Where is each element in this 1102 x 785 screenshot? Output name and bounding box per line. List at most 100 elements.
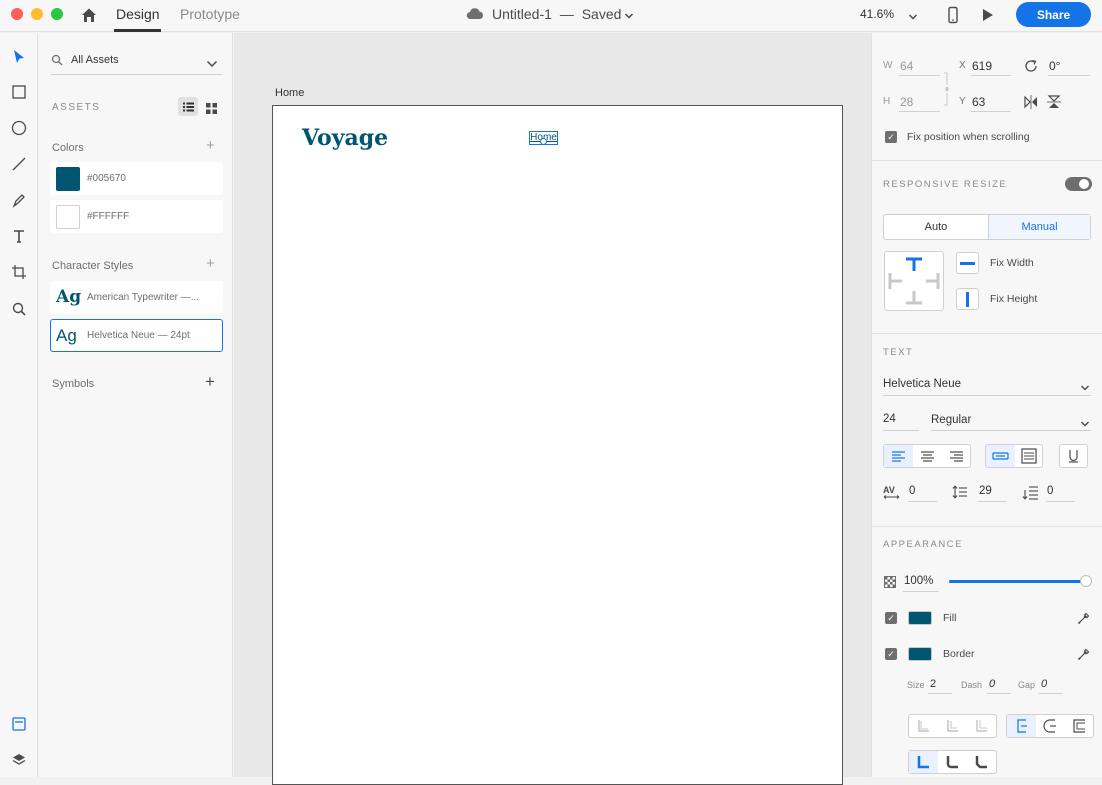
align-right-icon[interactable] — [942, 445, 971, 467]
chevron-down-icon[interactable] — [624, 8, 634, 19]
pen-tool-icon[interactable] — [9, 190, 29, 210]
butt-cap-icon[interactable] — [909, 715, 938, 737]
add-character-style-icon[interactable]: + — [206, 256, 215, 271]
character-style-label: American Typewriter —... — [87, 292, 200, 303]
fix-width-bar — [960, 262, 975, 265]
line-tool-icon[interactable] — [9, 154, 29, 174]
height-field[interactable]: 28 — [900, 95, 913, 109]
rectangle-tool-icon[interactable] — [9, 82, 29, 102]
close-window-button[interactable] — [11, 8, 23, 20]
line-spacing-underline — [978, 501, 1007, 502]
text-tool-icon[interactable] — [9, 226, 29, 246]
rotation-field[interactable]: 0° — [1049, 59, 1060, 73]
miter-join-icon[interactable] — [909, 751, 938, 773]
x-field[interactable]: 619 — [972, 59, 992, 73]
constraints-widget[interactable] — [884, 251, 944, 311]
responsive-resize-toggle[interactable] — [1065, 177, 1092, 191]
character-style-item[interactable]: Ag American Typewriter —... — [50, 281, 223, 314]
ellipse-tool-icon[interactable] — [9, 118, 29, 138]
assets-panel-icon[interactable] — [9, 714, 29, 734]
fix-height-bar — [966, 292, 969, 307]
zoom-chevron-icon[interactable] — [908, 9, 918, 20]
zoom-level[interactable]: 41.6% — [860, 7, 894, 21]
share-button[interactable]: Share — [1016, 2, 1091, 27]
flip-vertical-icon[interactable] — [1046, 94, 1062, 110]
width-field[interactable]: 64 — [900, 59, 913, 73]
fixed-size-text-icon[interactable] — [1015, 445, 1043, 467]
layers-panel-icon[interactable] — [9, 750, 29, 770]
lock-aspect-icon[interactable] — [944, 71, 952, 107]
border-color-swatch[interactable] — [908, 647, 932, 661]
rotation-underline — [1048, 75, 1090, 76]
round-cap-icon[interactable] — [938, 715, 967, 737]
fill-color-swatch[interactable] — [908, 611, 932, 625]
bevel-join-icon[interactable] — [967, 751, 996, 773]
fix-position-checkbox[interactable]: ✓ — [885, 131, 897, 143]
manual-segment[interactable]: Manual — [989, 215, 1090, 239]
paragraph-spacing-field[interactable]: 0 — [1047, 485, 1053, 497]
toggle-knob — [1079, 179, 1089, 189]
inner-stroke-icon[interactable] — [1007, 715, 1036, 737]
font-weight-underline — [931, 430, 1091, 431]
border-checkbox[interactable]: ✓ — [885, 648, 897, 660]
font-size-field[interactable]: 24 — [883, 413, 896, 425]
fix-width-icon[interactable] — [956, 252, 979, 274]
artboard-tool-icon[interactable] — [9, 262, 29, 282]
color-swatch-item[interactable]: #FFFFFF — [50, 200, 223, 233]
play-icon[interactable] — [980, 7, 996, 23]
border-size-field[interactable]: 2 — [930, 678, 936, 690]
auto-segment[interactable]: Auto — [884, 215, 988, 239]
character-style-item-selected[interactable]: Ag Helvetica Neue — 24pt — [50, 319, 223, 352]
list-view-icon[interactable] — [178, 97, 198, 116]
filter-chevron-icon[interactable] — [206, 56, 218, 68]
add-symbol-icon[interactable]: + — [205, 373, 215, 390]
border-gap-field[interactable]: 0 — [1041, 678, 1047, 690]
center-stroke-icon[interactable] — [1036, 715, 1065, 737]
zoom-tool-icon[interactable] — [9, 299, 29, 319]
outer-stroke-icon[interactable] — [1065, 715, 1094, 737]
device-preview-icon[interactable] — [947, 6, 959, 24]
auto-width-text-icon[interactable] — [986, 445, 1015, 467]
fill-label: Fill — [943, 612, 957, 624]
select-tool-icon[interactable] — [9, 47, 29, 67]
y-field[interactable]: 63 — [972, 95, 985, 109]
home-icon[interactable] — [80, 6, 98, 24]
flip-horizontal-icon[interactable] — [1023, 94, 1039, 110]
asset-filter-select[interactable]: All Assets — [71, 54, 119, 66]
selection-handle-icon[interactable] — [540, 138, 547, 145]
artboard-name[interactable]: Home — [275, 87, 304, 99]
align-left-icon[interactable] — [884, 445, 913, 467]
color-swatch-item[interactable]: #005670 — [50, 162, 223, 195]
minimize-window-button[interactable] — [31, 8, 43, 20]
fill-checkbox[interactable]: ✓ — [885, 612, 897, 624]
underline-icon[interactable] — [1059, 444, 1088, 468]
fix-position-label: Fix position when scrolling — [907, 131, 1030, 143]
font-weight-chevron-icon[interactable] — [1080, 416, 1090, 427]
round-join-icon[interactable] — [938, 751, 967, 773]
line-spacing-field[interactable]: 29 — [979, 485, 992, 497]
add-color-icon[interactable]: + — [206, 138, 215, 153]
grid-view-icon[interactable] — [206, 101, 217, 114]
opacity-field[interactable]: 100% — [904, 575, 933, 587]
align-center-icon[interactable] — [913, 445, 942, 467]
opacity-slider-track[interactable] — [949, 580, 1086, 583]
border-eyedropper-icon[interactable] — [1077, 647, 1091, 661]
fill-eyedropper-icon[interactable] — [1077, 611, 1091, 625]
design-canvas[interactable]: Home Voyage Home — [234, 33, 871, 785]
tab-design[interactable]: Design — [116, 6, 160, 22]
artboard[interactable]: Voyage Home — [272, 105, 843, 785]
tab-prototype[interactable]: Prototype — [180, 6, 240, 22]
zoom-window-button[interactable] — [51, 8, 63, 20]
square-cap-icon[interactable] — [967, 715, 996, 737]
border-size-label: Size — [907, 680, 925, 690]
y-underline — [971, 111, 1011, 112]
logo-text[interactable]: Voyage — [302, 125, 388, 151]
character-spacing-field[interactable]: 0 — [909, 485, 915, 497]
font-family-select[interactable]: Helvetica Neue — [883, 378, 961, 390]
font-family-chevron-icon[interactable] — [1080, 380, 1090, 391]
fix-height-icon[interactable] — [956, 288, 979, 310]
document-title[interactable]: Untitled-1 — Saved — [492, 6, 621, 22]
border-dash-field[interactable]: 0 — [989, 678, 995, 690]
font-weight-select[interactable]: Regular — [931, 414, 971, 426]
opacity-slider-handle[interactable] — [1080, 575, 1092, 587]
